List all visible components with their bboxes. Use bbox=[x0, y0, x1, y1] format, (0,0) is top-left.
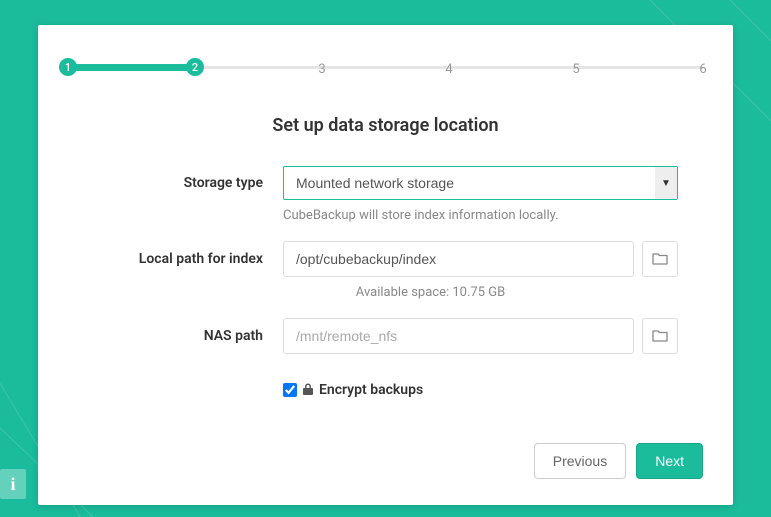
step-3: 3 bbox=[313, 60, 331, 78]
storage-type-select[interactable]: Mounted network storage bbox=[283, 166, 678, 200]
folder-icon bbox=[652, 329, 668, 343]
encrypt-checkbox[interactable] bbox=[283, 383, 297, 397]
next-button[interactable]: Next bbox=[636, 443, 703, 479]
nas-path-input[interactable] bbox=[283, 318, 634, 354]
step-4: 4 bbox=[440, 60, 458, 78]
local-index-input[interactable] bbox=[283, 241, 634, 277]
info-icon[interactable]: i bbox=[0, 469, 26, 499]
encrypt-label: Encrypt backups bbox=[319, 382, 423, 398]
available-space-text: Available space: 10.75 GB bbox=[183, 285, 678, 300]
form: Storage type Mounted network storage ▼ C… bbox=[58, 166, 713, 398]
stepper: 1 2 3 4 5 6 bbox=[68, 55, 703, 80]
index-help-text: CubeBackup will store index information … bbox=[283, 208, 678, 223]
folder-icon bbox=[652, 252, 668, 266]
browse-nas-path-button[interactable] bbox=[642, 318, 678, 354]
setup-card: 1 2 3 4 5 6 Set up data storage location… bbox=[38, 25, 733, 505]
step-6: 6 bbox=[694, 60, 712, 78]
local-index-label: Local path for index bbox=[93, 251, 283, 267]
step-2: 2 bbox=[186, 58, 204, 76]
stepper-fill bbox=[68, 64, 195, 71]
storage-type-label: Storage type bbox=[93, 175, 283, 191]
nas-path-label: NAS path bbox=[93, 328, 283, 344]
lock-icon bbox=[303, 383, 313, 398]
page-title: Set up data storage location bbox=[58, 115, 713, 136]
step-1: 1 bbox=[59, 58, 77, 76]
previous-button[interactable]: Previous bbox=[534, 443, 626, 479]
step-5: 5 bbox=[567, 60, 585, 78]
browse-local-index-button[interactable] bbox=[642, 241, 678, 277]
